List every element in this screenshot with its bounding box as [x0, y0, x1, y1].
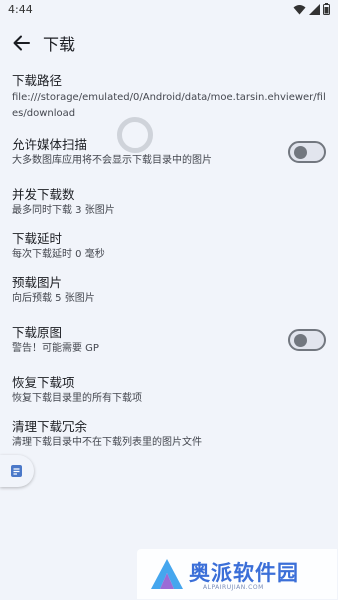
battery-icon — [323, 3, 330, 15]
signal-icon — [309, 3, 320, 15]
watermark-logo-icon — [151, 559, 183, 589]
setting-restore-downloads[interactable]: 恢复下载项 恢复下载目录里的所有下载项 — [12, 375, 142, 406]
back-arrow-icon[interactable] — [10, 32, 32, 54]
setting-download-path[interactable]: 下载路径 file:///storage/emulated/0/Android/… — [12, 73, 330, 122]
setting-title: 下载原图 — [12, 325, 63, 340]
setting-download-original[interactable]: 下载原图 警告！可能需要 GP — [12, 325, 272, 356]
loading-spinner — [117, 117, 153, 153]
setting-summary: 警告！可能需要 GP — [12, 343, 99, 354]
download-original-toggle[interactable] — [288, 329, 326, 351]
setting-download-delay[interactable]: 下载延时 每次下载延时 0 毫秒 — [12, 231, 105, 262]
side-drawer-handle[interactable] — [0, 455, 34, 487]
setting-summary: 每次下载延时 0 毫秒 — [12, 249, 105, 260]
media-scan-toggle[interactable] — [288, 141, 326, 163]
top-app-bar: 下载 — [0, 24, 338, 60]
setting-title: 下载路径 — [12, 73, 63, 88]
setting-title: 预载图片 — [12, 275, 63, 290]
setting-title: 下载延时 — [12, 231, 63, 246]
notes-icon — [11, 465, 22, 477]
page-title: 下载 — [43, 35, 76, 54]
wifi-icon — [293, 4, 306, 14]
setting-summary: 大多数图库应用将不会显示下载目录中的图片 — [12, 155, 212, 166]
toggle-knob — [294, 334, 307, 347]
setting-summary: 恢复下载目录里的所有下载项 — [12, 393, 142, 404]
setting-value: file:///storage/emulated/0/Android/data/… — [12, 92, 326, 119]
status-bar: 4:44 — [0, 0, 338, 18]
setting-summary: 最多同时下载 3 张图片 — [12, 205, 115, 216]
setting-preload-images[interactable]: 预载图片 向后预载 5 张图片 — [12, 275, 95, 306]
setting-summary: 清理下载目录中不在下载列表里的图片文件 — [12, 437, 202, 448]
status-time: 4:44 — [8, 3, 33, 16]
watermark-url: ALPAIRUJIAN.COM — [203, 584, 264, 591]
setting-title: 并发下载数 — [12, 187, 75, 202]
setting-concurrent-downloads[interactable]: 并发下载数 最多同时下载 3 张图片 — [12, 187, 115, 218]
setting-title: 恢复下载项 — [12, 375, 75, 390]
watermark-brand: 奥派软件园 — [189, 561, 299, 585]
setting-clean-redundancy[interactable]: 清理下载冗余 清理下载目录中不在下载列表里的图片文件 — [12, 419, 202, 450]
setting-title: 清理下载冗余 — [12, 419, 88, 434]
setting-summary: 向后预载 5 张图片 — [12, 293, 95, 304]
toggle-knob — [294, 146, 307, 159]
watermark: 奥派软件园 ALPAIRUJIAN.COM — [137, 549, 337, 599]
